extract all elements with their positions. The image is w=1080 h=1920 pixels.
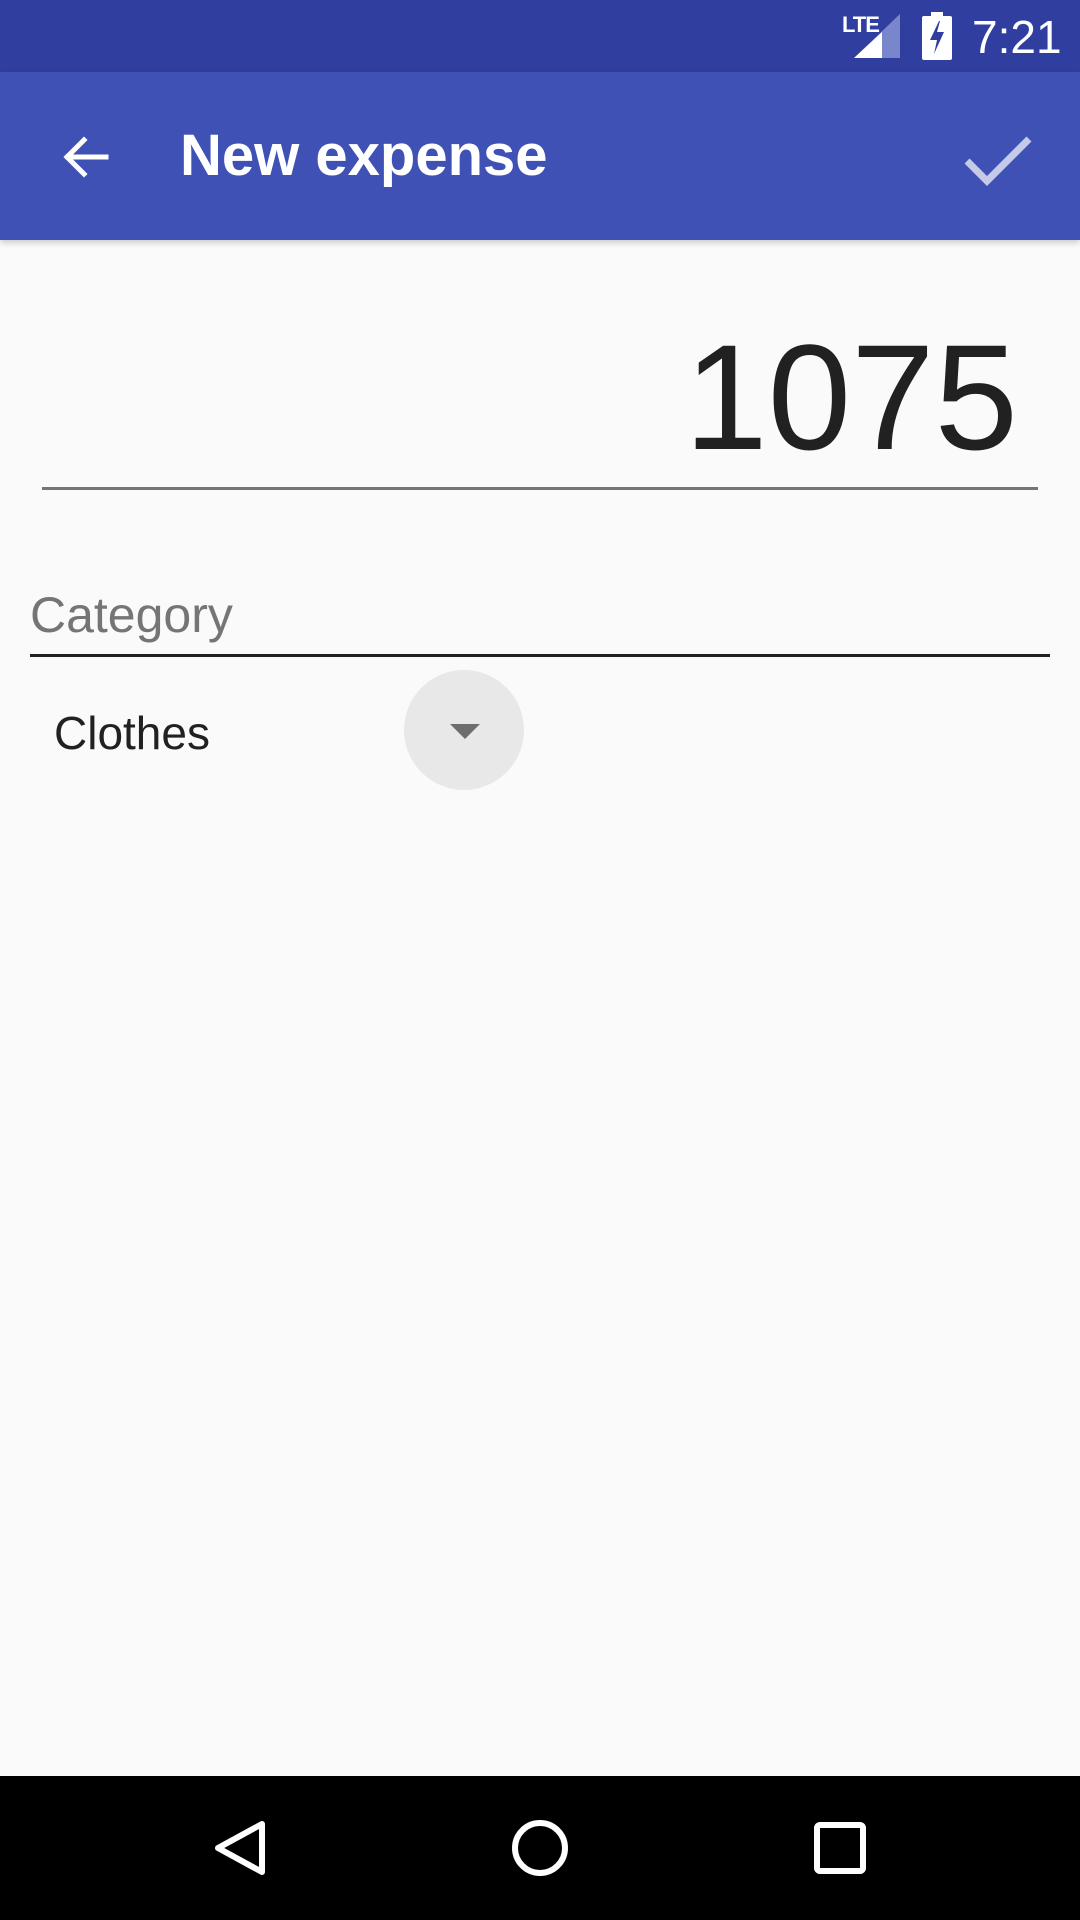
nav-home-button[interactable] <box>500 1808 580 1888</box>
category-label: Category <box>30 587 233 643</box>
expense-screen: LTE 7:21 New expense 1075 Category Cloth… <box>0 0 1080 1920</box>
nav-back-icon <box>215 1821 265 1875</box>
category-divider <box>30 654 1050 657</box>
navigation-bar <box>0 1776 1080 1920</box>
check-icon <box>964 136 1032 186</box>
category-spinner[interactable]: Clothes <box>30 670 530 790</box>
app-bar: New expense <box>0 72 1080 240</box>
chevron-down-icon <box>450 724 480 739</box>
amount-value: 1075 <box>684 313 1018 481</box>
nav-recents-button[interactable] <box>800 1808 880 1888</box>
nav-home-icon <box>512 1820 568 1876</box>
amount-field[interactable]: 1075 <box>42 300 1038 490</box>
clock: 7:21 <box>972 11 1062 63</box>
page-title: New expense <box>180 123 548 188</box>
back-button[interactable] <box>40 112 130 202</box>
signal-icon <box>854 14 900 58</box>
battery-charging-icon <box>922 12 952 60</box>
nav-back-button[interactable] <box>200 1808 280 1888</box>
status-bar: LTE 7:21 <box>0 0 1080 72</box>
amount-underline <box>42 487 1038 490</box>
nav-recents-icon <box>814 1822 866 1874</box>
save-button[interactable] <box>950 112 1046 208</box>
arrow-back-icon <box>63 136 109 178</box>
category-value: Clothes <box>54 707 210 759</box>
